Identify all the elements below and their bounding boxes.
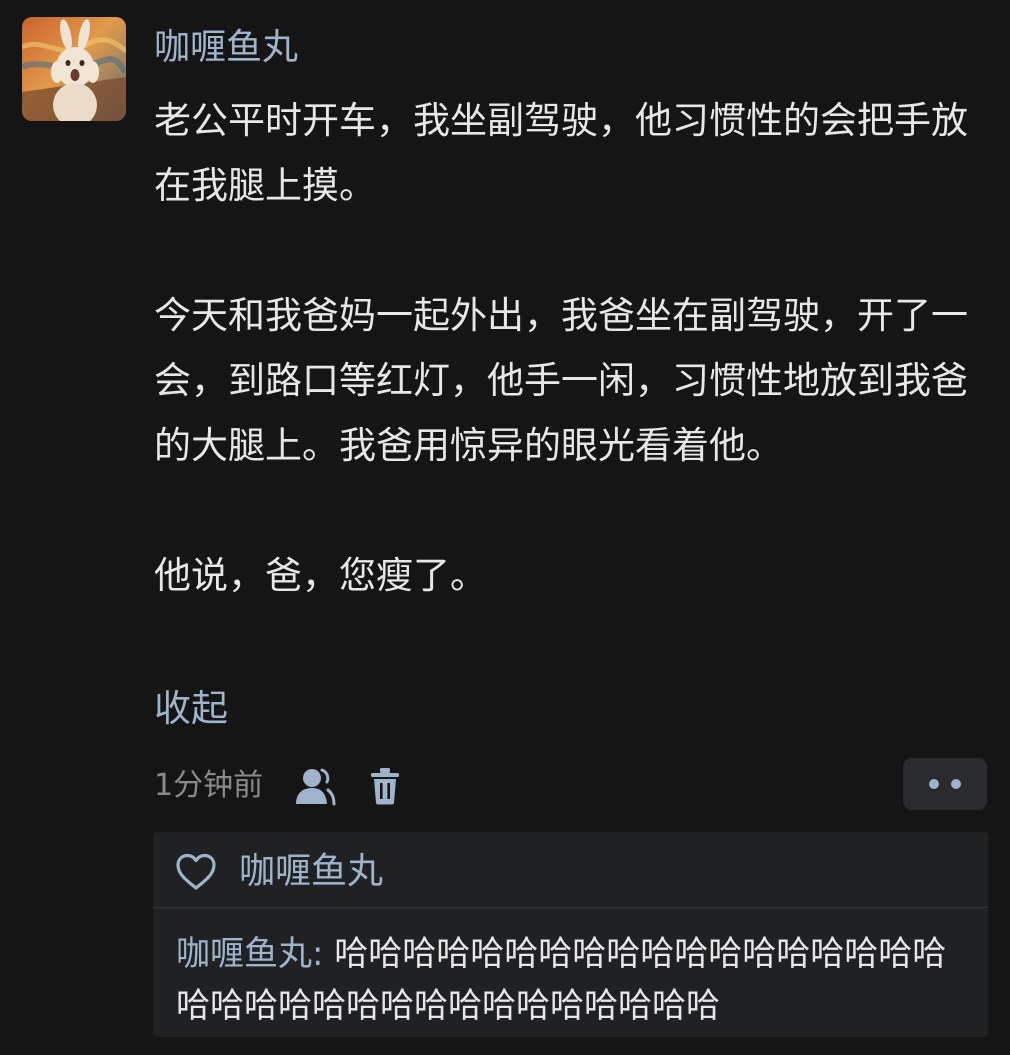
post-body: 老公平时开车，我坐副驾驶，他习惯性的会把手放在我腿上摸。 今天和我爸妈一起外出，… xyxy=(154,88,994,608)
reply-comment: 咖喱鱼丸: 哈哈哈哈哈哈哈哈哈哈哈哈哈哈哈哈哈哈哈哈哈哈哈哈哈哈哈哈哈哈哈哈哈哈 xyxy=(176,928,976,1032)
divider xyxy=(153,907,988,908)
liked-by-name[interactable]: 咖喱鱼丸 xyxy=(239,850,383,894)
post-author-name[interactable]: 咖喱鱼丸 xyxy=(154,26,298,70)
comment-separator: : xyxy=(312,934,335,974)
post-paragraph-blank xyxy=(154,218,994,283)
user-icon[interactable] xyxy=(293,764,337,808)
heart-icon[interactable] xyxy=(175,853,217,891)
more-button[interactable] xyxy=(903,758,987,810)
avatar[interactable] xyxy=(22,17,126,121)
reply-panel: 咖喱鱼丸 咖喱鱼丸: 哈哈哈哈哈哈哈哈哈哈哈哈哈哈哈哈哈哈哈哈哈哈哈哈哈哈哈哈哈… xyxy=(153,832,988,1037)
comment-author[interactable]: 咖喱鱼丸 xyxy=(176,934,312,974)
trash-icon[interactable] xyxy=(365,764,405,808)
post-paragraph: 老公平时开车，我坐副驾驶，他习惯性的会把手放在我腿上摸。 xyxy=(154,99,968,207)
likes-row: 咖喱鱼丸 xyxy=(175,850,383,894)
post-timestamp: 1分钟前 xyxy=(154,768,264,803)
more-dots-icon xyxy=(929,779,939,789)
post-paragraph: 今天和我爸妈一起外出，我爸坐在副驾驶，开了一会，到路口等红灯，他手一闲，习惯性地… xyxy=(154,294,968,467)
post-paragraph: 他说，爸，您瘦了。 xyxy=(154,554,487,597)
more-dots-icon xyxy=(951,779,961,789)
scream-rabbit-avatar xyxy=(22,17,126,121)
post-paragraph-blank xyxy=(154,478,994,543)
collapse-link[interactable]: 收起 xyxy=(154,686,228,732)
post-meta-row: 1分钟前 xyxy=(154,764,405,808)
